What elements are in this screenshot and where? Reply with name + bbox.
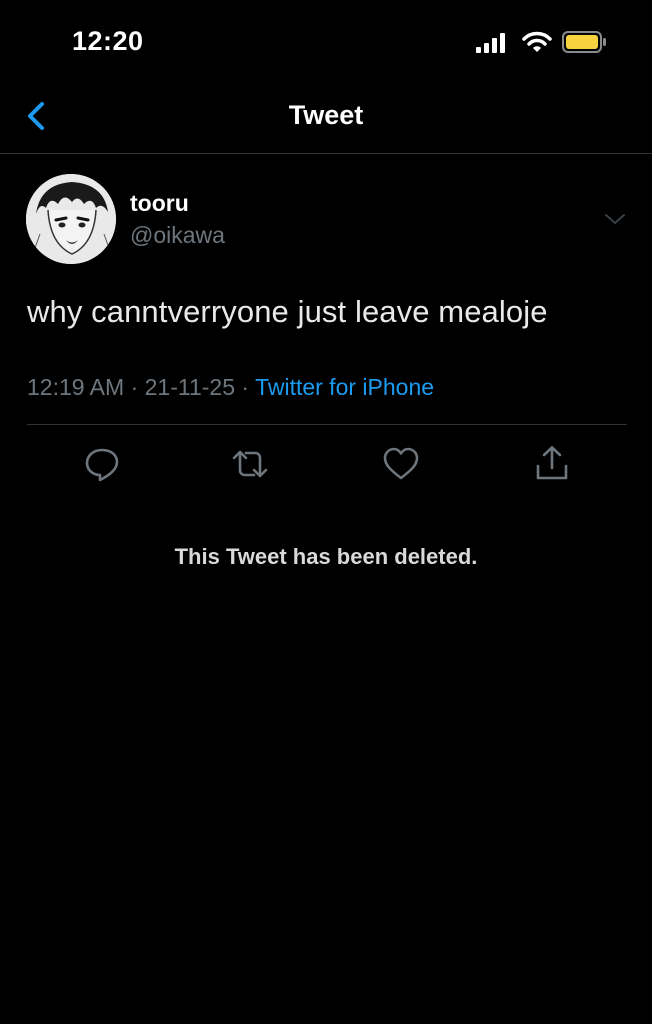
tweet-meta: 12:19 AM · 21-11-25 · Twitter for iPhone: [27, 374, 434, 401]
tweet-date: 21-11-25: [144, 374, 236, 400]
status-bar: 12:20: [0, 0, 652, 90]
chevron-down-icon[interactable]: [600, 209, 630, 229]
cellular-signal-icon: [476, 33, 505, 53]
wifi-icon: [522, 31, 552, 52]
tweet-time: 12:19 AM: [27, 374, 125, 400]
deleted-notice: This Tweet has been deleted.: [174, 544, 478, 569]
page-title: Tweet: [288, 100, 364, 130]
tweet-actions: [0, 444, 652, 484]
divider: [27, 424, 627, 425]
avatar[interactable]: [26, 174, 116, 264]
retweet-icon[interactable]: [230, 444, 270, 484]
user-handle[interactable]: @oikawa: [130, 222, 225, 249]
battery-icon: [562, 31, 606, 53]
reply-icon[interactable]: [82, 444, 122, 484]
meta-separator: ·: [130, 374, 139, 400]
nav-bar: Tweet: [0, 90, 652, 154]
status-time: 12:20: [72, 26, 144, 56]
tweet-text: why canntverryone just leave mealoje: [27, 294, 548, 329]
display-name[interactable]: tooru: [130, 190, 189, 217]
meta-separator: ·: [241, 374, 250, 400]
tweet-source-link[interactable]: Twitter for iPhone: [255, 374, 434, 400]
share-icon[interactable]: [532, 444, 572, 484]
like-icon[interactable]: [381, 444, 421, 484]
